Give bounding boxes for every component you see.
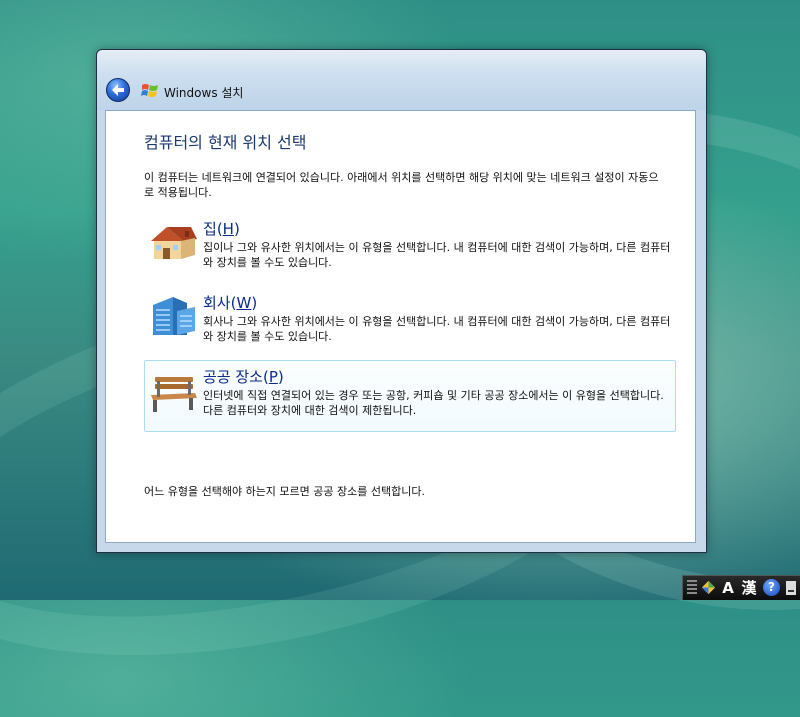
office-building-icon — [153, 297, 195, 335]
title-bar: Windows 설치 — [97, 50, 706, 110]
language-bar-grip[interactable] — [687, 580, 697, 596]
option-public-place-title: 공공 장소(P) — [203, 368, 284, 386]
page-title: 컴퓨터의 현재 위치 선택 — [144, 133, 307, 152]
windows-logo-icon — [141, 84, 158, 97]
setup-window: Windows 설치 컴퓨터의 현재 위치 선택 이 컴퓨터는 네트워크에 연결… — [96, 49, 707, 553]
house-icon — [151, 227, 197, 259]
window-title: Windows 설치 — [164, 86, 244, 100]
option-work-title: 회사(W) — [203, 294, 258, 312]
option-work[interactable]: 회사(W) 회사나 그와 유사한 위치에서는 이 유형을 선택합니다. 내 컴퓨… — [144, 286, 676, 354]
park-bench-icon — [151, 377, 197, 412]
option-home-title: 집(H) — [203, 220, 240, 238]
intro-text: 이 컴퓨터는 네트워크에 연결되어 있습니다. 아래에서 위치를 선택하면 해당… — [144, 171, 659, 199]
help-button[interactable]: ? — [763, 579, 780, 596]
input-method-icon[interactable] — [700, 579, 717, 596]
hanja-button[interactable]: 漢 — [739, 579, 759, 597]
minimize-language-bar-icon[interactable] — [785, 579, 797, 597]
page-content: 컴퓨터의 현재 위치 선택 이 컴퓨터는 네트워크에 연결되어 있습니다. 아래… — [105, 110, 696, 543]
help-note: 어느 유형을 선택해야 하는지 모르면 공공 장소를 선택합니다. — [144, 485, 425, 498]
option-home-description: 집이나 그와 유사한 위치에서는 이 유형을 선택합니다. 내 컴퓨터에 대한 … — [203, 241, 671, 269]
back-arrow-icon — [112, 84, 124, 96]
option-work-description: 회사나 그와 유사한 위치에서는 이 유형을 선택합니다. 내 컴퓨터에 대한 … — [203, 315, 671, 343]
back-button[interactable] — [106, 78, 130, 102]
input-mode-indicator[interactable]: A — [719, 579, 737, 597]
option-public-place[interactable]: 공공 장소(P) 인터넷에 직접 연결되어 있는 경우 또는 공항, 커피숍 및… — [144, 360, 676, 432]
language-bar[interactable]: A 漢 ? — [682, 575, 800, 600]
option-public-place-description: 인터넷에 직접 연결되어 있는 경우 또는 공항, 커피숍 및 기타 공공 장소… — [203, 389, 664, 417]
option-home[interactable]: 집(H) 집이나 그와 유사한 위치에서는 이 유형을 선택합니다. 내 컴퓨터… — [144, 212, 676, 280]
